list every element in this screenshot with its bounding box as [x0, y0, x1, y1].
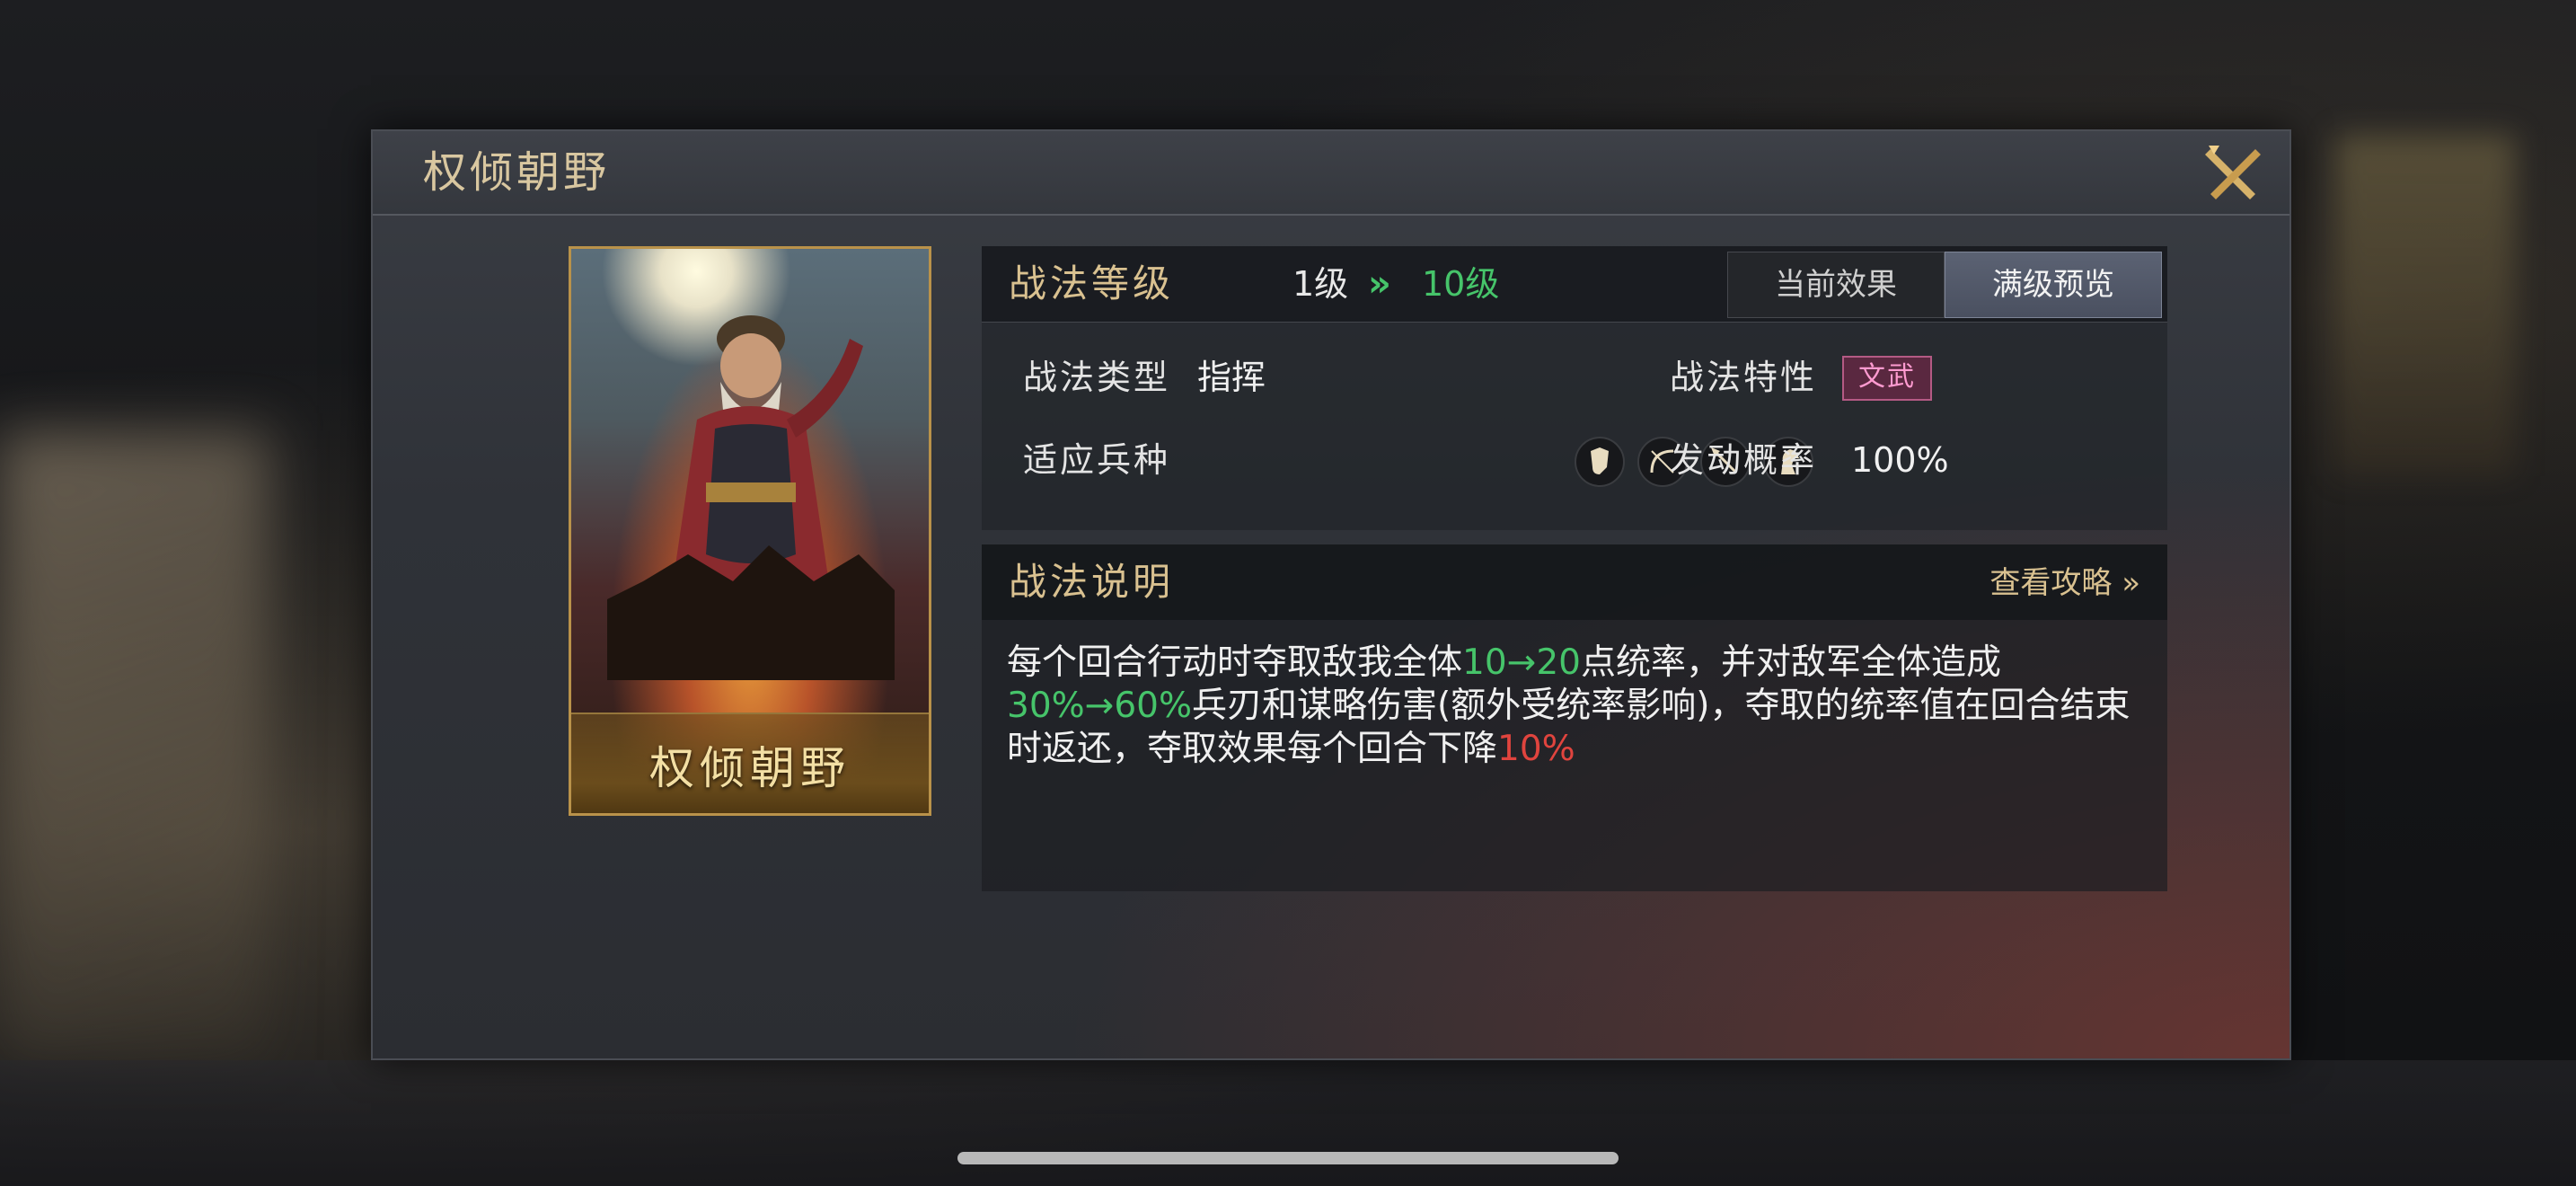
trigger-chance-label: 发动概率	[1670, 440, 1818, 480]
view-guide-link[interactable]: 查看攻略 »	[1989, 561, 2140, 606]
home-indicator[interactable]	[957, 1152, 1619, 1164]
skill-detail-modal: 权倾朝野 权倾朝野 战法等级 1级 » 10级 当前效果 满级预览 战法类型 指…	[371, 129, 2291, 1060]
trigger-chance-value: 100%	[1851, 440, 1949, 480]
skill-info-panel: 战法等级 1级 » 10级 当前效果 满级预览 战法类型 指挥 战法特性 文武 …	[982, 246, 2167, 530]
tab-max-level-preview[interactable]: 满级预览	[1945, 252, 2162, 318]
description-value-green: 10→20	[1462, 642, 1581, 683]
level-label: 战法等级	[1009, 261, 1175, 305]
skill-description-panel: 战法说明 查看攻略 » 每个回合行动时夺取敌我全体10→20点统率，并对敌军全体…	[982, 544, 2167, 891]
description-segment: 每个回合行动时夺取敌我全体	[1007, 642, 1463, 683]
description-value-green: 30%→60%	[1007, 686, 1193, 726]
general-portrait-image	[607, 315, 895, 680]
skill-trait-badge: 文武	[1842, 356, 1932, 401]
game-screen: 权倾朝野 权倾朝野 战法等级 1级 » 10级 当前效果 满级预览 战法类型 指…	[0, 0, 2576, 1186]
skill-trait-label: 战法特性	[1670, 358, 1818, 397]
description-text: 每个回合行动时夺取敌我全体10→20点统率，并对敌军全体造成30%→60%兵刃和…	[1007, 642, 2148, 771]
description-header: 战法说明 查看攻略 »	[982, 544, 2167, 620]
shield-troop-icon[interactable]	[1575, 437, 1625, 487]
modal-title: 权倾朝野	[423, 147, 611, 198]
background-blur-right	[2335, 135, 2515, 476]
skill-type-label: 战法类型	[1023, 358, 1171, 397]
card-name: 权倾朝野	[649, 742, 851, 794]
level-bar: 战法等级 1级 » 10级 当前效果 满级预览	[982, 246, 2167, 323]
background-bottom-bar	[0, 1060, 2576, 1186]
skill-type-value: 指挥	[1197, 358, 1266, 397]
tab-current-effect[interactable]: 当前效果	[1727, 252, 1945, 318]
description-value-red: 10%	[1497, 729, 1575, 769]
level-from: 1级	[1292, 264, 1349, 304]
description-title: 战法说明	[1009, 560, 1175, 604]
close-button[interactable]	[2201, 142, 2264, 205]
troop-types-label: 适应兵种	[1023, 440, 1171, 480]
background-blur-left	[0, 431, 269, 1060]
level-to: 10级	[1422, 264, 1500, 304]
modal-header: 权倾朝野	[373, 131, 2289, 216]
description-segment: 点统率，并对敌军全体造成	[1580, 642, 2001, 683]
level-arrow-icon: »	[1368, 263, 1391, 305]
skill-card: 权倾朝野	[569, 246, 931, 816]
card-name-plate: 权倾朝野	[571, 712, 929, 813]
close-icon[interactable]	[2201, 142, 2264, 205]
